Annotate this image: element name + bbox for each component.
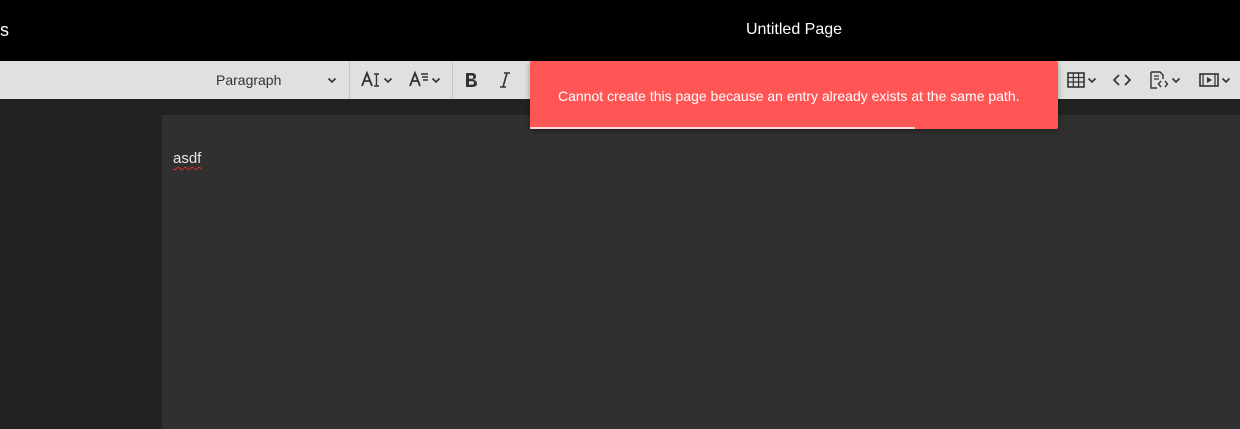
table-icon — [1067, 72, 1085, 88]
chevron-down-icon — [1087, 77, 1097, 84]
block-format-select[interactable]: Paragraph — [210, 61, 342, 99]
error-notification[interactable]: Cannot create this page because an entry… — [530, 61, 1058, 129]
code-button[interactable] — [1108, 61, 1136, 99]
top-bar: s Untitled Page — [0, 0, 1240, 61]
chevron-down-icon — [1221, 77, 1231, 84]
table-button[interactable] — [1060, 61, 1104, 99]
italic-icon — [500, 72, 510, 88]
font-size-icon — [361, 70, 379, 87]
text-format-button[interactable] — [404, 61, 446, 99]
media-button[interactable] — [1192, 61, 1238, 99]
media-icon — [1199, 73, 1219, 87]
font-size-button[interactable] — [356, 61, 398, 99]
code-block-icon — [1150, 71, 1169, 89]
chevron-down-icon — [327, 77, 337, 84]
block-format-label: Paragraph — [216, 72, 282, 88]
editor-paragraph[interactable]: asdf — [173, 149, 201, 169]
bold-icon — [466, 73, 477, 87]
header-left-text[interactable]: s — [0, 19, 9, 41]
misspelled-word[interactable]: asdf — [173, 150, 201, 167]
italic-button[interactable] — [492, 61, 518, 99]
chevron-down-icon — [1171, 77, 1181, 84]
text-format-icon — [409, 70, 428, 87]
chevron-down-icon — [431, 77, 441, 84]
notification-message: Cannot create this page because an entry… — [558, 88, 1020, 104]
editor-content-area[interactable] — [162, 115, 1240, 429]
toolbar-separator — [452, 61, 453, 99]
page-title: Untitled Page — [745, 21, 843, 38]
toolbar-separator — [349, 61, 350, 99]
chevron-down-icon — [383, 77, 393, 84]
code-icon — [1112, 74, 1132, 86]
bold-button[interactable] — [458, 61, 484, 99]
code-block-button[interactable] — [1142, 61, 1188, 99]
notification-timer-bar — [530, 127, 916, 129]
